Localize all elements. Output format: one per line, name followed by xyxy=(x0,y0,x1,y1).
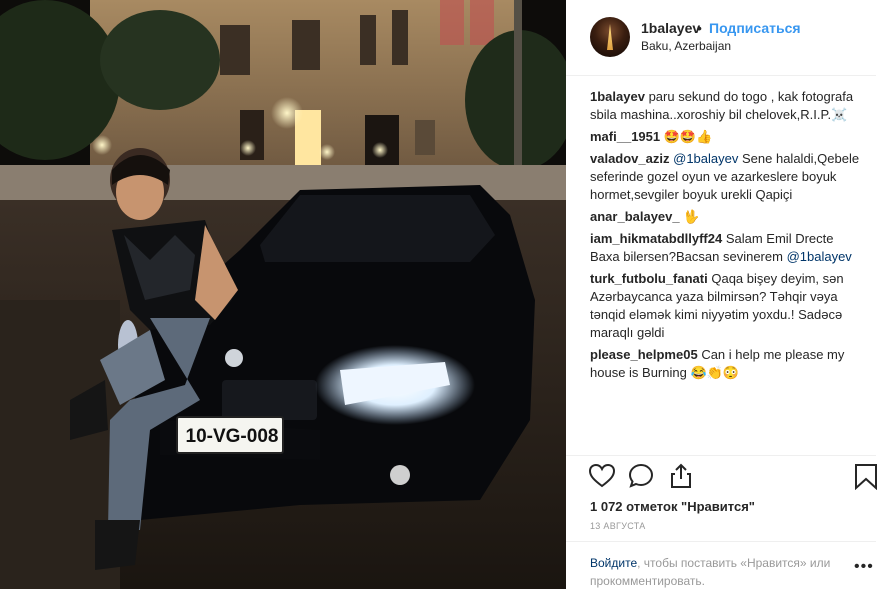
list-item: anar_balayev_ 🖖 xyxy=(590,208,860,226)
comment-bubble-icon[interactable] xyxy=(627,462,655,490)
post-username[interactable]: 1balayev xyxy=(641,20,700,36)
comment-text: 🖖 xyxy=(683,209,700,224)
post-date[interactable]: 13 АВГУСТА xyxy=(590,521,646,531)
follow-button[interactable]: Подписаться xyxy=(709,20,801,36)
license-plate: 10-VG-008 xyxy=(186,426,279,447)
comments-list: 1balayev paru sekund do togo , kak fotog… xyxy=(590,88,860,386)
login-link[interactable]: Войдите xyxy=(590,556,637,570)
heart-icon[interactable] xyxy=(588,462,616,490)
comment-username[interactable]: 1balayev xyxy=(590,89,645,104)
list-item: turk_futbolu_fanati Qaqa bişey deyim, sə… xyxy=(590,270,860,342)
list-item: valadov_aziz @1balayev Sene halaldi,Qebe… xyxy=(590,150,860,204)
post-side-panel: 1balayev • Подписаться Baku, Azerbaijan … xyxy=(566,0,886,589)
likes-count[interactable]: 1 072 отметок "Нравится" xyxy=(590,499,755,514)
share-icon[interactable] xyxy=(667,462,695,490)
list-item: mafi__1951 🤩🤩👍 xyxy=(590,128,860,146)
comment-text: 🤩🤩👍 xyxy=(663,129,713,144)
comment-username[interactable]: valadov_aziz xyxy=(590,151,670,166)
bookmark-icon[interactable] xyxy=(852,462,880,490)
login-prompt: Войдите, чтобы поставить «Нравится» или … xyxy=(590,554,850,590)
comment-mention[interactable]: @1balayev xyxy=(673,151,738,166)
comment-mention[interactable]: @1balayev xyxy=(787,249,852,264)
post-header: 1balayev • Подписаться Baku, Azerbaijan xyxy=(566,0,876,76)
post-location[interactable]: Baku, Azerbaijan xyxy=(641,39,731,53)
more-options-icon[interactable]: ••• xyxy=(854,558,874,576)
comment-username[interactable]: mafi__1951 xyxy=(590,129,660,144)
list-item: iam_hikmatabdllyff24 Salam Emil Drecte B… xyxy=(590,230,860,266)
post-photo[interactable]: 10-VG-008 xyxy=(0,0,566,589)
separator-dot: • xyxy=(697,20,702,36)
comment-username[interactable]: anar_balayev_ xyxy=(590,209,680,224)
list-item: 1balayev paru sekund do togo , kak fotog… xyxy=(590,88,860,124)
comment-username[interactable]: iam_hikmatabdllyff24 xyxy=(590,231,722,246)
avatar[interactable] xyxy=(590,17,630,57)
post-photo-image: 10-VG-008 xyxy=(0,0,566,589)
post-actions xyxy=(566,455,877,498)
comment-username[interactable]: turk_futbolu_fanati xyxy=(590,271,708,286)
comment-prompt-bar: Войдите, чтобы поставить «Нравится» или … xyxy=(566,541,876,590)
comment-username[interactable]: please_helpme05 xyxy=(590,347,698,362)
list-item: please_helpme05 Can i help me please my … xyxy=(590,346,860,382)
